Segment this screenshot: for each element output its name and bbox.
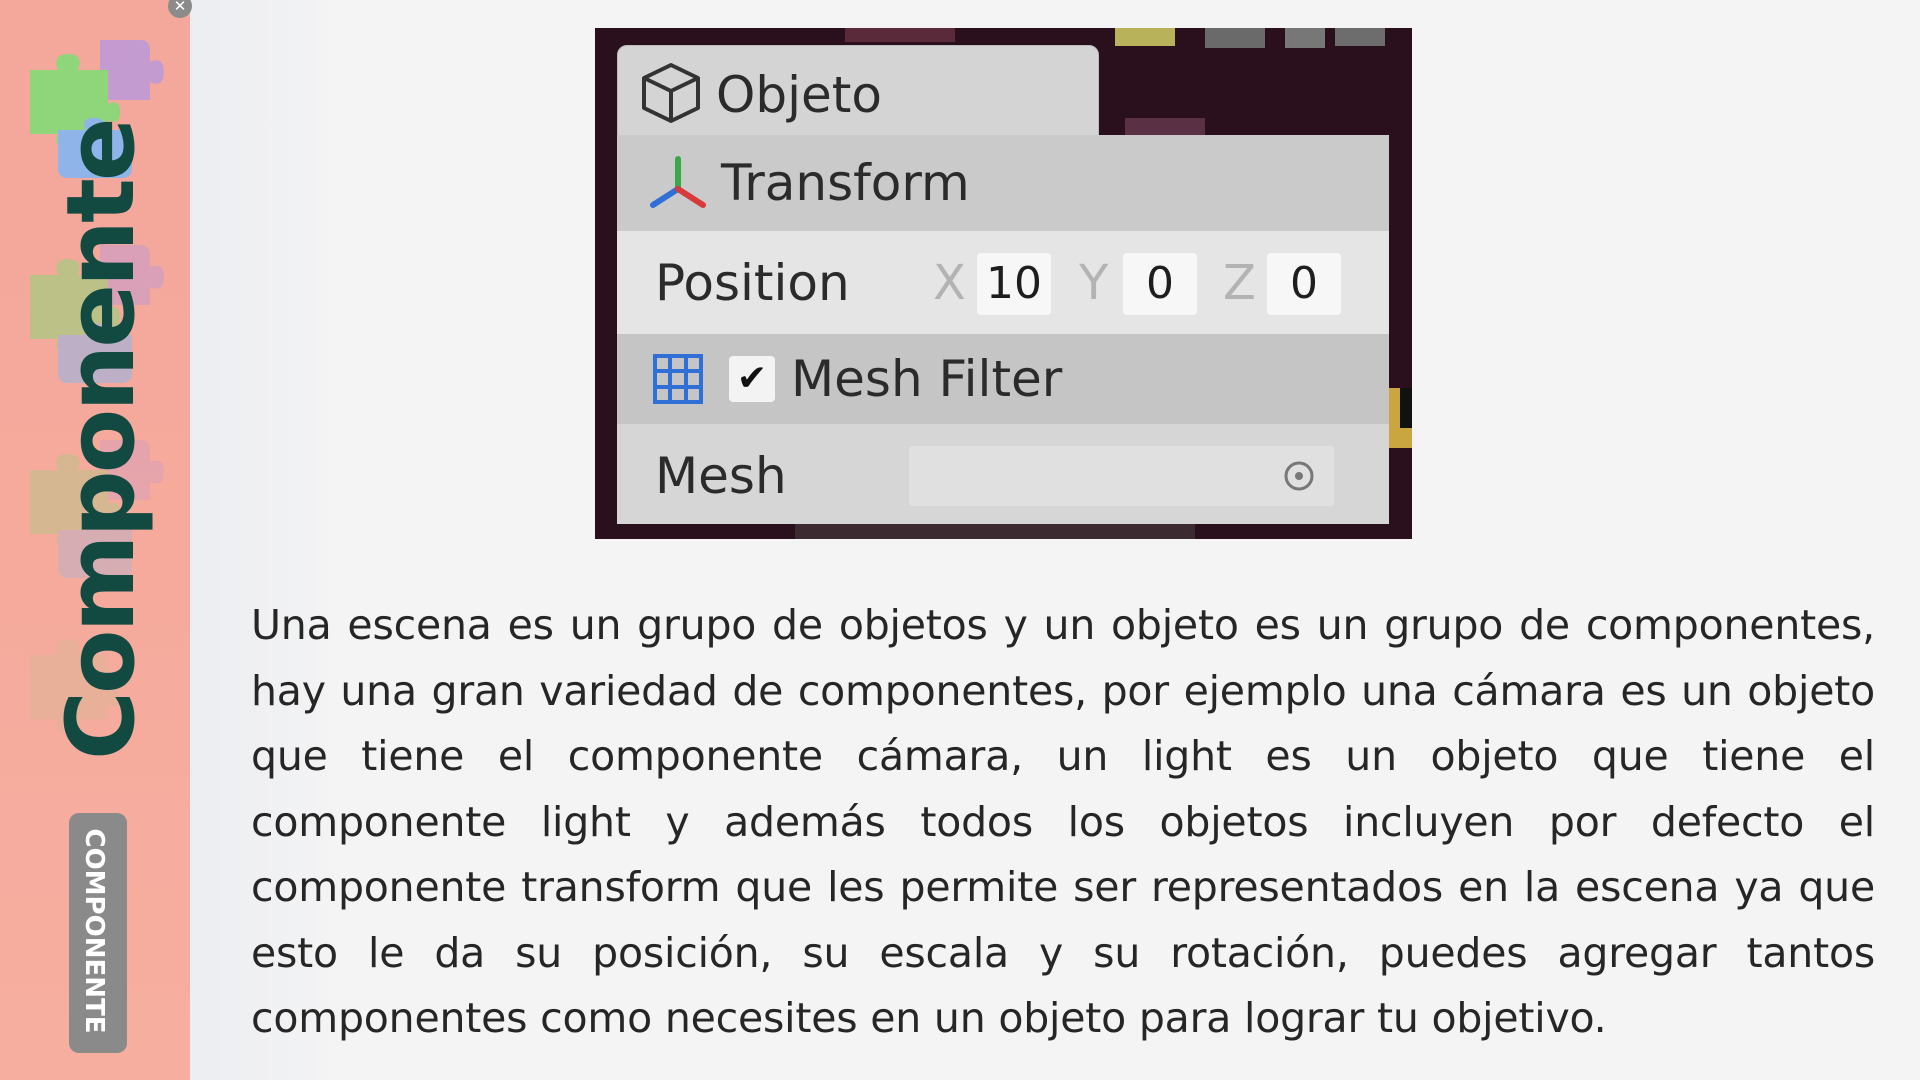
description-paragraph: Una escena es un grupo de objetos y un o… <box>251 601 1875 1042</box>
object-title: Objeto <box>716 66 882 124</box>
background-scene <box>1285 28 1325 48</box>
mesh-label: Mesh <box>655 447 787 505</box>
mesh-row: Mesh <box>617 424 1389 524</box>
position-z-field[interactable]: 0 <box>1267 253 1341 315</box>
background-scene <box>1400 388 1412 428</box>
position-x-field[interactable]: 10 <box>977 253 1051 315</box>
position-y-field[interactable]: 0 <box>1123 253 1197 315</box>
transform-axes-icon <box>650 156 706 208</box>
y-axis-label: Y <box>1079 255 1109 311</box>
cube-icon <box>642 63 700 123</box>
x-axis-label: X <box>933 255 966 311</box>
object-tab[interactable]: Objeto <box>617 45 1099 147</box>
background-scene <box>795 524 1195 539</box>
z-axis-label: Z <box>1223 255 1256 311</box>
position-row: Position X 10 Y 0 Z 0 <box>617 231 1389 334</box>
mesh-object-field[interactable] <box>909 446 1334 506</box>
mesh-filter-component-header[interactable]: ✔ Mesh Filter <box>617 334 1389 424</box>
transform-component-header[interactable]: Transform <box>617 135 1389 231</box>
background-scene <box>1205 28 1265 48</box>
transform-label: Transform <box>721 154 970 212</box>
mesh-filter-label: Mesh Filter <box>791 350 1063 408</box>
mesh-filter-enabled-checkbox[interactable]: ✔ <box>729 356 775 402</box>
background-scene <box>1335 28 1385 46</box>
section-title: Componente <box>47 120 156 760</box>
position-label: Position <box>655 254 850 312</box>
inspector-image: Objeto Transform Position X 10 Y 0 Z 0 ✔… <box>595 28 1412 539</box>
grid-icon <box>653 354 703 404</box>
background-scene <box>845 28 955 42</box>
section-tag-label: COMPONENTE <box>79 828 109 1034</box>
target-icon[interactable] <box>1283 460 1315 492</box>
background-scene <box>1115 28 1175 46</box>
